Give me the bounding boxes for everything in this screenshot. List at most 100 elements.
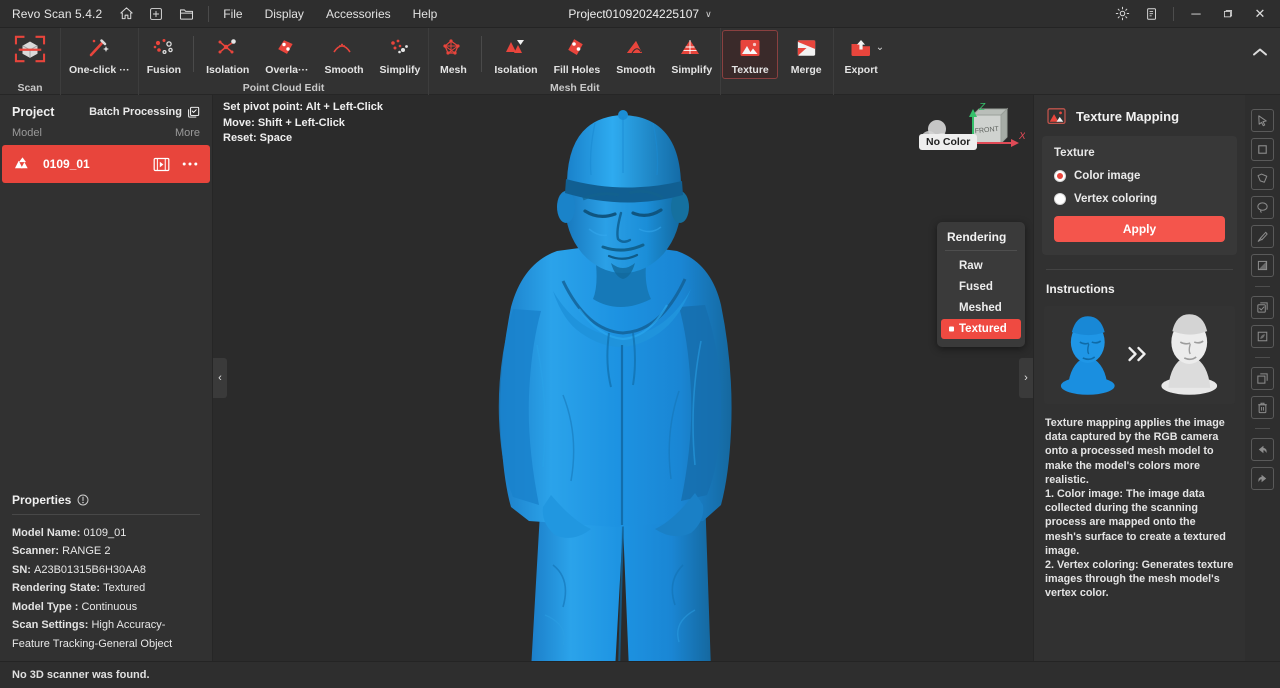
- chevron-down-icon[interactable]: ⌄: [876, 42, 884, 53]
- property-label: Model Name:: [12, 527, 80, 539]
- chevron-up-icon: [1252, 47, 1268, 57]
- duplicate-icon[interactable]: [1251, 367, 1274, 390]
- mesh-isolation-button[interactable]: Isolation: [487, 30, 544, 79]
- batch-processing-label: Batch Processing: [89, 106, 182, 118]
- oneclick-group-label: [61, 80, 138, 95]
- rendering-option-fused[interactable]: Fused: [941, 277, 1021, 297]
- ellipsis-icon[interactable]: [182, 161, 198, 167]
- rendering-divider: [945, 250, 1017, 251]
- export-upload-icon: ⌄: [848, 35, 874, 61]
- status-bar: No 3D scanner was found.: [0, 661, 1280, 688]
- mesh-button[interactable]: Mesh: [430, 30, 476, 79]
- brush-icon[interactable]: [1251, 225, 1274, 248]
- tool-strip-divider-3: [1255, 428, 1270, 429]
- overlap-icon: [274, 35, 300, 61]
- chevron-down-icon[interactable]: ∨: [705, 9, 712, 20]
- menu-help[interactable]: Help: [413, 7, 438, 21]
- radio-button-icon[interactable]: [1054, 193, 1066, 205]
- property-value: 0109_01: [84, 527, 127, 539]
- rendering-option-meshed[interactable]: Meshed: [941, 298, 1021, 318]
- pc-simplify-button[interactable]: Simplify: [373, 30, 428, 79]
- select-all-icon[interactable]: [1251, 296, 1274, 319]
- mesh-smooth-button[interactable]: Smooth: [609, 30, 662, 79]
- add-project-icon[interactable]: [148, 6, 164, 22]
- window-controls: ─ ✕: [1107, 0, 1280, 28]
- open-folder-icon[interactable]: [178, 6, 194, 22]
- main-body: Project Batch Processing Model More: [0, 95, 1280, 661]
- menu-file[interactable]: File: [223, 7, 242, 21]
- property-label: Rendering State:: [12, 582, 100, 594]
- info-circle-icon[interactable]: [77, 494, 89, 506]
- 3d-viewport[interactable]: Set pivot point: Alt + Left-Click Move: …: [213, 95, 1033, 661]
- maximize-button[interactable]: [1212, 0, 1244, 28]
- ribbon-group-oneclick: One-click ···: [61, 28, 138, 95]
- feedback-icon[interactable]: [1137, 0, 1167, 28]
- radio-color-image[interactable]: Color image: [1054, 170, 1225, 182]
- rectangle-select-icon[interactable]: [1251, 138, 1274, 161]
- home-icon[interactable]: [118, 6, 134, 22]
- title-bar: Revo Scan 5.4.2 File Display Accessories…: [0, 0, 1280, 28]
- mesh-simplify-button[interactable]: Simplify: [664, 30, 719, 79]
- batch-processing-button[interactable]: Batch Processing: [89, 106, 200, 119]
- collapse-left-panel-button[interactable]: ‹: [213, 358, 227, 398]
- mesh-label: Mesh: [440, 64, 467, 76]
- rendering-popup: Rendering Raw Fused Meshed Textured: [937, 222, 1025, 347]
- minimize-button[interactable]: ─: [1180, 0, 1212, 28]
- one-click-button[interactable]: One-click ···: [62, 30, 137, 79]
- pc-smooth-button[interactable]: Smooth: [317, 30, 370, 79]
- scan-button[interactable]: [6, 30, 54, 65]
- right-panel: Texture Mapping Texture Color image Vert…: [1033, 95, 1245, 661]
- property-label: SN:: [12, 564, 31, 576]
- texture-button[interactable]: Texture: [722, 30, 778, 79]
- merge-button[interactable]: Merge: [780, 30, 832, 79]
- navigation-gizmo[interactable]: FRONT Z X No Color: [915, 101, 1025, 159]
- collapse-right-panel-button[interactable]: ›: [1019, 358, 1033, 398]
- undo-icon[interactable]: [1251, 438, 1274, 461]
- titlebar-divider: [208, 6, 209, 22]
- mesh-smooth-label: Smooth: [616, 64, 655, 76]
- close-button[interactable]: ✕: [1244, 0, 1276, 28]
- left-panel-spacer: [0, 183, 212, 485]
- radio-vertex-coloring[interactable]: Vertex coloring: [1054, 193, 1225, 205]
- fill-holes-label: Fill Holes: [554, 64, 601, 76]
- film-frames-icon[interactable]: [153, 157, 170, 172]
- pc-isolation-button[interactable]: Isolation: [199, 30, 256, 79]
- redo-icon[interactable]: [1251, 467, 1274, 490]
- menu-accessories[interactable]: Accessories: [326, 7, 391, 21]
- apply-button[interactable]: Apply: [1054, 216, 1225, 242]
- column-model: Model: [12, 127, 42, 139]
- menu-display[interactable]: Display: [265, 7, 304, 21]
- fill-holes-icon: [564, 35, 590, 61]
- ribbon-collapse-button[interactable]: [1248, 42, 1272, 62]
- export-button[interactable]: ⌄ Export: [835, 30, 887, 79]
- polygon-select-icon[interactable]: [1251, 167, 1274, 190]
- app-window: Revo Scan 5.4.2 File Display Accessories…: [0, 0, 1280, 688]
- delete-icon[interactable]: [1251, 396, 1274, 419]
- mesh-smooth-icon: [623, 35, 649, 61]
- invert-selection-icon[interactable]: [1251, 325, 1274, 348]
- rendering-option-raw[interactable]: Raw: [941, 256, 1021, 276]
- tool-strip-divider-1: [1255, 286, 1270, 287]
- contrast-icon[interactable]: [1251, 254, 1274, 277]
- merge-label: Merge: [791, 64, 822, 76]
- pc-overlap-button[interactable]: Overla···: [258, 30, 315, 79]
- texture-image-icon: [1046, 107, 1067, 126]
- rendering-option-textured[interactable]: Textured: [941, 319, 1021, 339]
- mesh-isolation-label: Isolation: [494, 64, 537, 76]
- cursor-select-icon[interactable]: [1251, 109, 1274, 132]
- radio-button-icon[interactable]: [1054, 170, 1066, 182]
- settings-gear-icon[interactable]: [1107, 0, 1137, 28]
- pc-fusion-button[interactable]: Fusion: [140, 30, 188, 79]
- ribbon-group-export: ⌄ Export: [834, 28, 888, 95]
- lasso-select-icon[interactable]: [1251, 196, 1274, 219]
- magic-wand-icon: [86, 35, 112, 61]
- fusion-points-icon: [151, 35, 177, 61]
- list-item[interactable]: 0109_01: [2, 145, 210, 183]
- texture-merge-group-label: [721, 80, 833, 95]
- ribbon-inner-divider-1: [193, 36, 194, 72]
- project-title[interactable]: Project01092024225107: [568, 7, 699, 21]
- property-row-rendering-state: Rendering State: Textured: [12, 579, 200, 598]
- properties-header: Properties: [12, 485, 200, 514]
- properties-title: Properties: [12, 493, 71, 507]
- fill-holes-button[interactable]: Fill Holes: [547, 30, 608, 79]
